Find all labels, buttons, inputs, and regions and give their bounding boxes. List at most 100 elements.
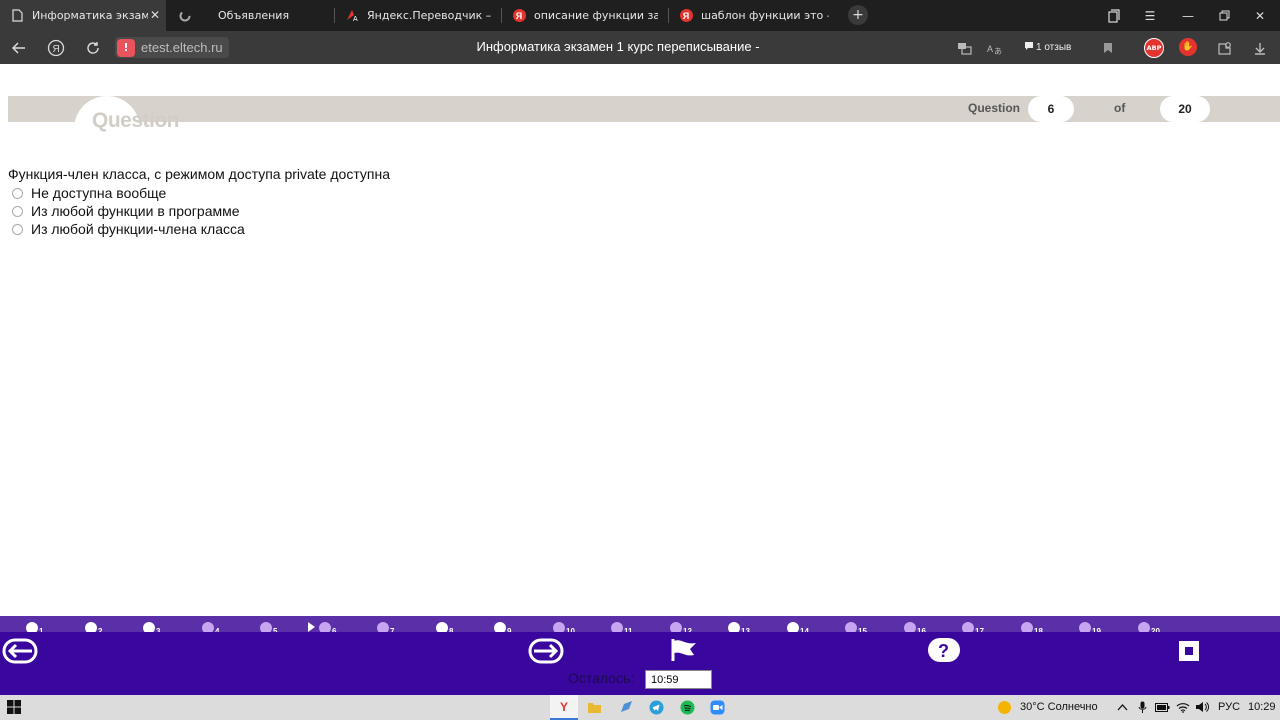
question-number-14[interactable]: 14 <box>787 622 809 632</box>
radio-button[interactable] <box>12 223 23 235</box>
question-number-18[interactable]: 18 <box>1021 622 1043 632</box>
question-number-5[interactable]: 5 <box>260 622 277 632</box>
finish-test-icon[interactable] <box>1178 640 1200 662</box>
weather-text[interactable]: 30°C Солнечно <box>1020 701 1098 713</box>
file-explorer-icon[interactable] <box>586 699 602 715</box>
question-number-4[interactable]: 4 <box>202 622 219 632</box>
yandex-icon: Я <box>512 9 526 23</box>
reader-mode-icon[interactable] <box>956 39 972 57</box>
question-status-dot-icon <box>962 622 974 632</box>
tab-function-description[interactable]: Я описание функции задает <box>502 0 667 31</box>
question-status-dot-icon <box>494 622 506 632</box>
question-number-2[interactable]: 2 <box>85 622 102 632</box>
question-status-dot-icon <box>787 622 799 632</box>
extensions-icon[interactable] <box>1215 39 1233 57</box>
total-questions-number: 20 <box>1160 96 1210 122</box>
next-question-icon[interactable] <box>528 638 564 664</box>
warning-icon[interactable]: ! <box>117 38 135 57</box>
question-number-17[interactable]: 17 <box>962 622 984 632</box>
question-status-dot-icon <box>377 622 389 632</box>
current-question-number: 6 <box>1028 96 1074 122</box>
tab-function-template[interactable]: Я шаблон функции это — Яндекс <box>669 0 834 31</box>
chevron-up-icon[interactable] <box>1114 699 1130 715</box>
question-header-bar <box>8 96 1280 122</box>
bookmark-icon[interactable] <box>1101 39 1115 57</box>
question-number-3[interactable]: 3 <box>143 622 160 632</box>
question-status-dot-icon <box>553 622 565 632</box>
volume-icon[interactable] <box>1194 699 1210 715</box>
question-number-15[interactable]: 15 <box>845 622 867 632</box>
tab-informatics-exam[interactable]: Информатика экзамен 1 курс переписывание… <box>0 0 166 31</box>
question-number-13[interactable]: 13 <box>728 622 750 632</box>
window-close-icon[interactable]: ✕ <box>1242 0 1278 31</box>
question-number-7[interactable]: 7 <box>377 622 394 632</box>
menu-icon[interactable]: ☰ <box>1132 0 1168 31</box>
back-arrow-icon[interactable] <box>7 36 31 60</box>
yandex-home-icon[interactable]: Я <box>44 36 68 60</box>
page-icon <box>10 9 24 23</box>
radio-button[interactable] <box>12 187 23 199</box>
of-label: of <box>1114 101 1126 115</box>
close-icon[interactable]: ✕ <box>150 8 160 22</box>
radio-button[interactable] <box>12 205 23 217</box>
current-question-marker-icon <box>308 622 315 632</box>
windows-start-icon[interactable] <box>6 699 22 715</box>
svg-text:A: A <box>353 16 358 22</box>
question-number-1[interactable]: 1 <box>26 622 43 632</box>
sun-weather-icon[interactable] <box>996 699 1012 715</box>
svg-text:あ: あ <box>994 47 1002 55</box>
question-number-6[interactable]: 6 <box>319 622 336 632</box>
question-status-dot-icon <box>845 622 857 632</box>
question-status-dot-icon <box>85 622 97 632</box>
question-number-19[interactable]: 19 <box>1079 622 1101 632</box>
minimize-icon[interactable]: — <box>1170 0 1206 31</box>
clock[interactable]: 10:29 <box>1248 701 1276 713</box>
tab-collections-icon[interactable] <box>1096 0 1132 31</box>
reload-icon[interactable] <box>81 36 105 60</box>
tab-label: описание функции задает <box>534 9 658 22</box>
stop-hand-icon[interactable]: ✋ <box>1179 38 1197 56</box>
comment-icon <box>1024 41 1034 54</box>
new-tab-button[interactable]: + <box>848 5 868 25</box>
answer-option-2[interactable]: Из любой функции в программе <box>12 202 240 220</box>
question-number-12[interactable]: 12 <box>670 622 692 632</box>
answer-option-3[interactable]: Из любой функции-члена класса <box>12 220 245 238</box>
restore-icon[interactable] <box>1206 0 1242 31</box>
browser-tab-strip: Информатика экзамен 1 курс переписывание… <box>0 0 1280 31</box>
tab-yandex-translator[interactable]: A Яндекс.Переводчик – словарь и онлайн п… <box>335 0 500 31</box>
tab-announcements[interactable]: Объявления <box>168 0 333 31</box>
question-number-10[interactable]: 10 <box>553 622 575 632</box>
question-status-dot-icon <box>202 622 214 632</box>
battery-icon[interactable] <box>1154 699 1170 715</box>
question-number-20[interactable]: 20 <box>1138 622 1160 632</box>
wifi-icon[interactable] <box>1175 699 1191 715</box>
spotify-icon[interactable] <box>679 699 695 715</box>
reviews-button[interactable]: 1 отзыв <box>1024 38 1071 56</box>
zoom-icon[interactable] <box>709 699 725 715</box>
question-status-dot-icon <box>1079 622 1091 632</box>
question-status-dot-icon <box>904 622 916 632</box>
answer-option-1[interactable]: Не доступна вообще <box>12 184 166 202</box>
question-status-dot-icon <box>611 622 623 632</box>
help-icon[interactable]: ? <box>927 637 961 663</box>
translate-icon[interactable]: Aあ <box>986 39 1002 57</box>
answer-label: Из любой функции в программе <box>31 203 240 219</box>
telegram-icon[interactable] <box>648 699 664 715</box>
tab-label: Информатика экзамен 1 курс переписывание <box>32 9 148 22</box>
question-number-11[interactable]: 11 <box>611 622 632 632</box>
microphone-icon[interactable] <box>1134 699 1150 715</box>
download-icon[interactable] <box>1252 39 1268 57</box>
yandex-browser-icon[interactable]: Y <box>550 695 578 720</box>
adblock-plus-icon[interactable]: ABP <box>1144 38 1164 58</box>
tab-label: Объявления <box>218 9 290 22</box>
question-number-16[interactable]: 16 <box>904 622 926 632</box>
input-language[interactable]: РУС <box>1218 701 1240 713</box>
url-field[interactable]: ! etest.eltech.ru <box>115 37 229 58</box>
question-number-9[interactable]: 9 <box>494 622 511 632</box>
question-number-8[interactable]: 8 <box>436 622 453 632</box>
previous-question-icon[interactable] <box>2 638 38 664</box>
flag-question-icon[interactable] <box>670 637 700 663</box>
question-status-dot-icon <box>1138 622 1150 632</box>
url-text: etest.eltech.ru <box>141 40 223 55</box>
pen-app-icon[interactable] <box>618 699 634 715</box>
